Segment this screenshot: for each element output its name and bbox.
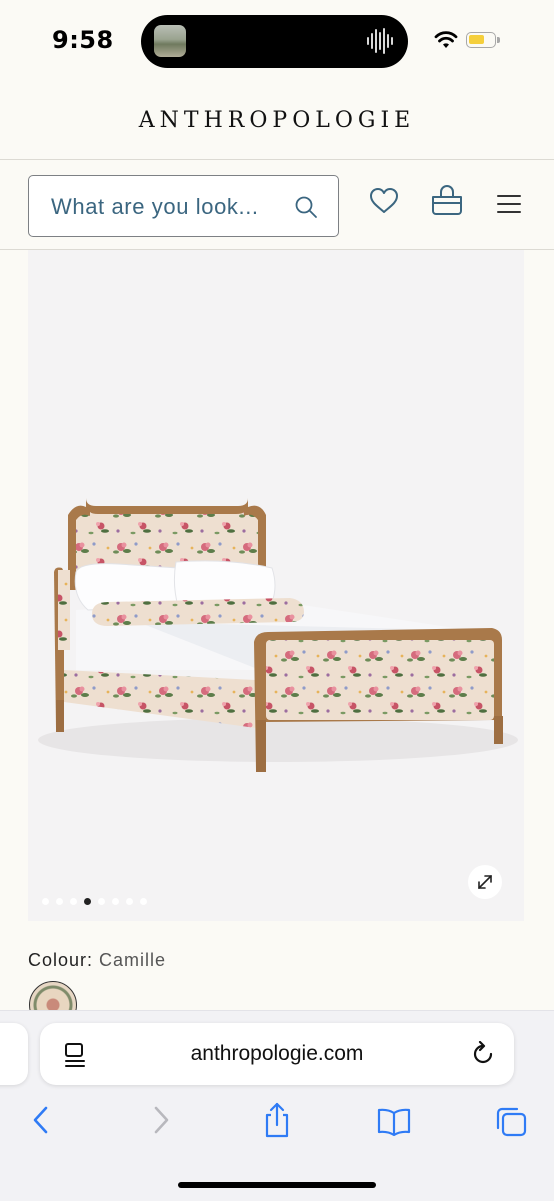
carousel-dot[interactable]	[112, 898, 119, 905]
search-input[interactable]: What are you look...	[28, 175, 339, 237]
colour-label: Colour:	[28, 950, 94, 970]
share-icon[interactable]	[262, 1101, 292, 1139]
carousel-dot[interactable]	[56, 898, 63, 905]
address-bar[interactable]: anthropologie.com	[40, 1023, 514, 1085]
basket-icon[interactable]	[431, 184, 463, 216]
home-indicator[interactable]	[178, 1182, 376, 1188]
back-icon[interactable]	[30, 1105, 52, 1135]
floral-upholstered-bed	[38, 498, 518, 772]
reload-icon[interactable]	[470, 1041, 496, 1067]
search-icon[interactable]	[294, 195, 318, 219]
wifi-icon	[434, 31, 458, 48]
dynamic-island[interactable]	[141, 15, 408, 68]
carousel-dots	[42, 898, 147, 905]
carousel-dot[interactable]	[42, 898, 49, 905]
brand-logo[interactable]: ANTHROPOLOGIE	[0, 108, 554, 133]
audio-waveform-icon	[367, 28, 393, 54]
colour-label-row: Colour: Camille	[28, 950, 166, 971]
carousel-dot[interactable]	[98, 898, 105, 905]
carousel-dot-active[interactable]	[84, 898, 91, 905]
now-playing-thumbnail	[154, 25, 186, 57]
tabs-icon[interactable]	[494, 1106, 528, 1138]
search-placeholder: What are you look...	[51, 194, 259, 219]
url-text[interactable]: anthropologie.com	[40, 1042, 514, 1066]
status-time: 9:58	[52, 26, 114, 54]
previous-tab-preview[interactable]	[0, 1023, 28, 1085]
forward-icon[interactable]	[150, 1105, 172, 1135]
status-bar: 9:58	[0, 0, 554, 80]
expand-icon	[478, 875, 492, 889]
header-divider	[0, 159, 554, 160]
heart-icon[interactable]	[369, 187, 399, 215]
browser-toolbar: anthropologie.com	[0, 1010, 554, 1201]
colour-value: Camille	[99, 950, 167, 970]
expand-button[interactable]	[468, 865, 502, 899]
battery-level	[469, 35, 484, 44]
carousel-dot[interactable]	[70, 898, 77, 905]
battery-icon	[466, 32, 500, 48]
carousel-dot[interactable]	[126, 898, 133, 905]
carousel-dot[interactable]	[140, 898, 147, 905]
product-image-carousel[interactable]	[28, 250, 524, 921]
menu-icon[interactable]	[496, 193, 522, 215]
bookmarks-icon[interactable]	[376, 1107, 412, 1137]
